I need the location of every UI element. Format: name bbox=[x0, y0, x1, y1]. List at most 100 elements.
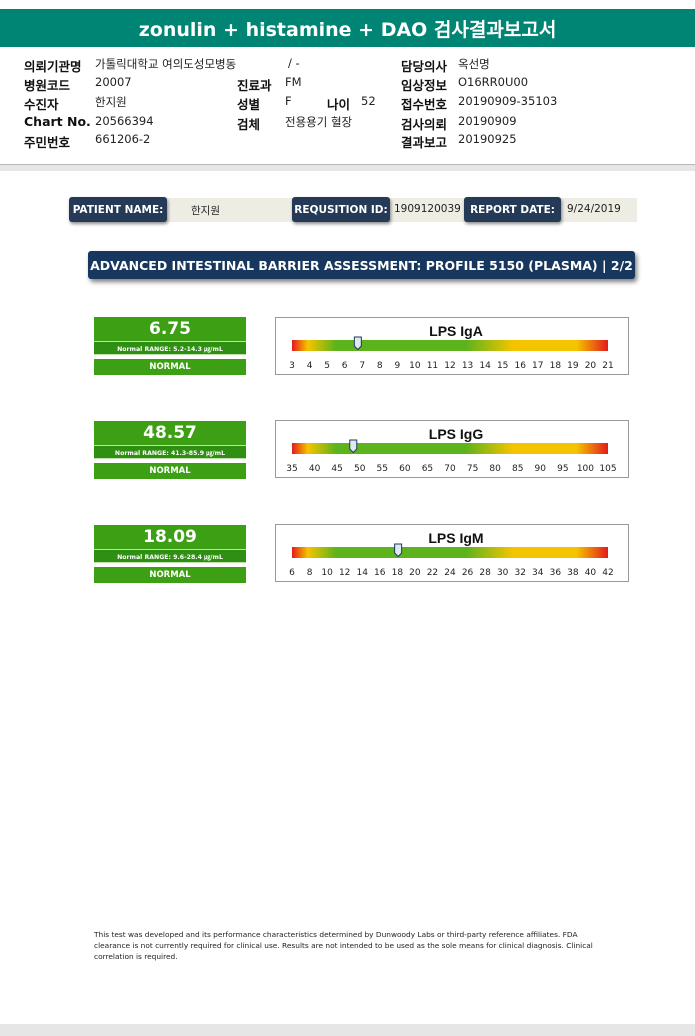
tick-label: 6 bbox=[342, 361, 348, 371]
gauge-bar bbox=[292, 443, 608, 454]
gauge-bar bbox=[292, 340, 608, 351]
tick-label: 35 bbox=[286, 464, 297, 474]
doctor-value: 옥선명 bbox=[458, 57, 490, 71]
hospital-code-label: 병원코드 bbox=[24, 78, 71, 93]
tick-label: 10 bbox=[321, 568, 333, 578]
report-date-pill: REPORT DATE: bbox=[464, 197, 561, 222]
tick-label: 10 bbox=[409, 361, 421, 371]
result-status: NORMAL bbox=[94, 463, 246, 479]
tick-label: 42 bbox=[602, 568, 613, 578]
tick-label: 15 bbox=[497, 361, 508, 371]
age-value: 52 bbox=[361, 94, 376, 108]
tick-label: 60 bbox=[399, 464, 411, 474]
tick-label: 14 bbox=[356, 568, 368, 578]
tick-label: 8 bbox=[307, 568, 313, 578]
requisition-id-label: REQUSITION ID: bbox=[292, 197, 390, 222]
gauge-panel-iga: LPS IgA 3 4 5 6 7 8 9 10 11 12 13 14 15 16 17 18 19 20 21 bbox=[275, 317, 629, 375]
gauge-title: LPS IgM bbox=[428, 530, 483, 546]
tick-label: 20 bbox=[409, 568, 421, 578]
tick-label: 28 bbox=[479, 568, 491, 578]
report-date-strip-value: 9/24/2019 bbox=[567, 203, 621, 215]
result-range: Normal RANGE: 5.2-14.3 ㎍/mL bbox=[94, 341, 246, 355]
value-marker bbox=[394, 543, 403, 558]
result-box-iga: 6.75 Normal RANGE: 5.2-14.3 ㎍/mL NORMAL bbox=[94, 317, 246, 375]
report-date-label: 결과보고 bbox=[401, 135, 448, 150]
tick-label: 12 bbox=[339, 568, 350, 578]
tick-label: 85 bbox=[512, 464, 523, 474]
tick-label: 95 bbox=[557, 464, 568, 474]
tick-label: 80 bbox=[489, 464, 501, 474]
department-value: FM bbox=[285, 75, 302, 89]
assessment-title: ADVANCED INTESTINAL BARRIER ASSESSMENT: … bbox=[88, 251, 635, 279]
gauge-panel-igg: LPS IgG 35 40 45 50 55 60 65 70 75 80 85 90 95 100 105 bbox=[275, 420, 629, 478]
tick-label: 3 bbox=[289, 361, 295, 371]
bottom-band bbox=[0, 1024, 695, 1036]
report-date-value: 20190925 bbox=[458, 132, 517, 146]
tick-label: 12 bbox=[444, 361, 455, 371]
gauge-title: LPS IgG bbox=[429, 426, 484, 442]
gauge-chart-iga: LPS IgA 3 4 5 6 7 8 9 10 11 12 13 14 15 16 17 18 19 20 21 bbox=[289, 323, 614, 371]
result-value: 48.57 bbox=[94, 421, 246, 445]
result-status: NORMAL bbox=[94, 567, 246, 583]
tick-label: 75 bbox=[467, 464, 478, 474]
tick-label: 90 bbox=[535, 464, 547, 474]
tick-label: 38 bbox=[567, 568, 579, 578]
result-range: Normal RANGE: 9.6-28.4 ㎍/mL bbox=[94, 549, 246, 563]
result-range: Normal RANGE: 41.3-85.9 ㎍/mL bbox=[94, 445, 246, 459]
tick-label: 5 bbox=[324, 361, 330, 371]
tick-label: 8 bbox=[377, 361, 383, 371]
clinical-info-label: 임상정보 bbox=[401, 78, 448, 93]
specimen-value: 전용용기 혈장 bbox=[285, 115, 353, 129]
tick-label: 65 bbox=[422, 464, 433, 474]
sex-label: 성별 bbox=[237, 97, 261, 112]
specimen-label: 검체 bbox=[237, 117, 261, 132]
request-label: 검사의뢰 bbox=[401, 117, 448, 132]
tick-label: 32 bbox=[514, 568, 525, 578]
tick-label: 18 bbox=[392, 568, 404, 578]
tick-label: 13 bbox=[462, 361, 473, 371]
clinical-info-value: O16RR0U00 bbox=[458, 75, 529, 89]
tick-label: 11 bbox=[427, 361, 438, 371]
tick-label: 26 bbox=[462, 568, 474, 578]
tick-label: 40 bbox=[309, 464, 321, 474]
tick-label: 40 bbox=[585, 568, 597, 578]
footer-disclaimer: This test was developed and its performa… bbox=[94, 930, 593, 961]
patient-info-section: 의뢰기관명 가톨릭대학교 여의도성모병동 / - 담당의사 옥선명 병원코드 2… bbox=[0, 47, 695, 165]
result-status: NORMAL bbox=[94, 359, 246, 375]
ward-value: / - bbox=[288, 56, 300, 70]
gauge-chart-igm: LPS IgM 6 8 10 12 14 16 18 20 22 24 26 28 30 32 34 36 38 4… bbox=[289, 530, 614, 578]
chart-value: 20566394 bbox=[95, 114, 154, 128]
gauge-bar bbox=[292, 547, 608, 558]
tick-label: 50 bbox=[354, 464, 366, 474]
id-value: 661206-2 bbox=[95, 132, 151, 146]
doctor-label: 담당의사 bbox=[401, 59, 448, 74]
tick-label: 6 bbox=[289, 568, 295, 578]
tick-label: 20 bbox=[585, 361, 597, 371]
sex-value: F bbox=[285, 94, 292, 108]
tick-label: 30 bbox=[497, 568, 509, 578]
tick-label: 105 bbox=[599, 464, 616, 474]
tick-label: 9 bbox=[394, 361, 400, 371]
result-value: 18.09 bbox=[94, 525, 246, 549]
tick-label: 55 bbox=[377, 464, 388, 474]
result-box-igm: 18.09 Normal RANGE: 9.6-28.4 ㎍/mL NORMAL bbox=[94, 525, 246, 583]
tick-label: 4 bbox=[307, 361, 313, 371]
hospital-code-value: 20007 bbox=[95, 75, 132, 89]
result-box-igg: 48.57 Normal RANGE: 41.3-85.9 ㎍/mL NORMA… bbox=[94, 421, 246, 479]
patient-name-value: 한지원 bbox=[191, 205, 220, 217]
tick-label: 16 bbox=[514, 361, 526, 371]
institution-label: 의뢰기관명 bbox=[24, 59, 82, 74]
tick-label: 24 bbox=[444, 568, 456, 578]
gauge-chart-igg: LPS IgG 35 40 45 50 55 60 65 70 75 80 85 90 95 100 105 bbox=[286, 426, 616, 474]
patient-name-label: PATIENT NAME: bbox=[69, 197, 167, 222]
divider-band bbox=[0, 165, 695, 171]
tick-label: 100 bbox=[577, 464, 594, 474]
report-title: zonulin + histamine + DAO 검사결과보고서 bbox=[0, 9, 695, 47]
tick-label: 7 bbox=[359, 361, 365, 371]
tick-label: 17 bbox=[532, 361, 543, 371]
tick-label: 19 bbox=[567, 361, 579, 371]
chart-label: Chart No. bbox=[24, 114, 91, 129]
receipt-label: 접수번호 bbox=[401, 97, 448, 112]
tick-label: 18 bbox=[550, 361, 562, 371]
tick-label: 22 bbox=[427, 568, 438, 578]
